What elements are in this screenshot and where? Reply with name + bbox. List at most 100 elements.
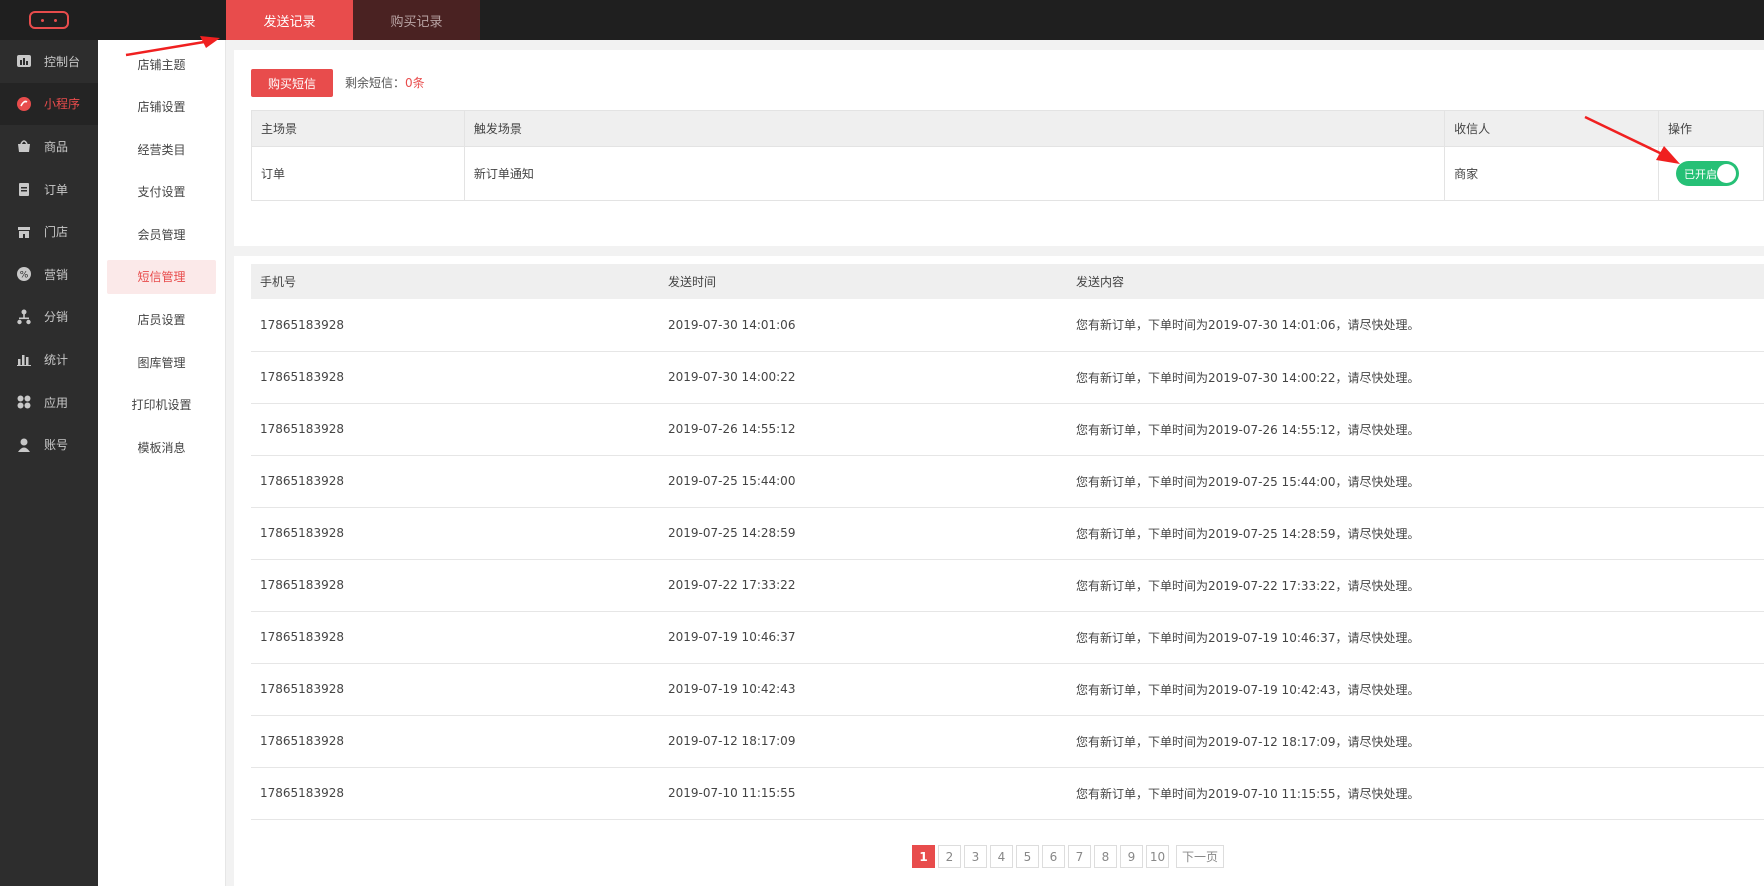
svg-text:%: % [20,271,29,281]
sidebar-item-distribution[interactable]: 分销 [0,296,98,339]
logo-icon [29,11,69,29]
table-row: 17865183928 2019-07-26 14:55:12 您有新订单，下单时间… [251,403,1764,456]
cell-content: 您有新订单，下单时间为2019-07-10 11:15:55，请尽快处理。 [1067,767,1764,820]
cell-content: 您有新订单，下单时间为2019-07-19 10:42:43，请尽快处理。 [1067,663,1764,716]
cell-send-time: 2019-07-19 10:46:37 [659,611,1067,664]
apps-icon [16,394,32,410]
cell-trigger-scene: 新订单通知 [463,146,1446,201]
buy-sms-button[interactable]: 购买短信 [251,69,333,97]
mini-program-icon [16,96,32,112]
cell-phone: 17865183928 [251,767,659,820]
page-button-3[interactable]: 3 [964,845,987,868]
page-button-4[interactable]: 4 [990,845,1013,868]
cell-send-time: 2019-07-10 11:15:55 [659,767,1067,820]
sms-scene-table: 主场景 触发场景 收信人 操作 订单 新订单通知 商家 已开启 [251,110,1764,201]
notification-toggle[interactable]: 已开启 [1676,161,1740,186]
sidebar-item-label: 门店 [44,225,69,240]
tab-send-records[interactable]: 发送记录 [226,0,353,40]
page-button-6[interactable]: 6 [1042,845,1065,868]
page-button-5[interactable]: 5 [1016,845,1039,868]
statistics-icon [16,351,32,367]
top-bar: 发送记录 购买记录 [0,0,1764,40]
sidebar-item-apps[interactable]: 应用 [0,381,98,424]
cell-send-time: 2019-07-30 14:00:22 [659,351,1067,404]
annotation-arrow-toggle [1584,115,1680,164]
cell-content: 您有新订单，下单时间为2019-07-22 17:33:22，请尽快处理。 [1067,559,1764,612]
toggle-knob [1717,164,1737,183]
cell-send-time: 2019-07-12 18:17:09 [659,715,1067,768]
subnav-item-sms-management[interactable]: 短信管理 [107,259,216,294]
next-page-button[interactable]: 下一页 [1176,845,1225,868]
sidebar-item-stores[interactable]: 门店 [0,210,98,253]
sidebar-item-label: 控制台 [44,54,81,69]
page-button-1[interactable]: 1 [912,845,935,868]
sidebar-item-goods[interactable]: 商品 [0,125,98,168]
cell-phone: 17865183928 [251,715,659,768]
table-header-row: 主场景 触发场景 收信人 操作 [251,110,1764,147]
sidebar-item-statistics[interactable]: 统计 [0,338,98,381]
subnav-item-gallery-management[interactable]: 图库管理 [107,345,216,379]
distribution-icon [16,309,32,325]
subnav-item-payment-settings[interactable]: 支付设置 [107,175,216,209]
subnav-item-member-management[interactable]: 会员管理 [107,217,216,251]
sidebar-item-label: 统计 [44,352,69,367]
cell-content: 您有新订单，下单时间为2019-07-19 10:46:37，请尽快处理。 [1067,611,1764,664]
toggle-label: 已开启 [1684,167,1718,181]
cell-content: 您有新订单，下单时间为2019-07-30 14:01:06，请尽快处理。 [1067,299,1764,352]
subnav-item-shop-settings[interactable]: 店铺设置 [107,90,216,124]
sidebar-item-label: 小程序 [44,97,81,112]
sidebar-item-label: 账号 [44,438,69,453]
table-row: 17865183928 2019-07-19 10:46:37 您有新订单，下单时间… [251,611,1764,664]
cell-content: 您有新订单，下单时间为2019-07-25 15:44:00，请尽快处理。 [1067,455,1764,508]
cell-phone: 17865183928 [251,611,659,664]
page-button-8[interactable]: 8 [1094,845,1117,868]
remaining-sms: 剩余短信：0条 [345,74,425,91]
cell-send-time: 2019-07-25 14:28:59 [659,507,1067,560]
cell-phone: 17865183928 [251,351,659,404]
account-icon [16,437,32,453]
sidebar-item-marketing[interactable]: % 营销 [0,253,98,296]
sms-settings-card: 购买短信 剩余短信：0条 主场景 触发场景 收信人 操作 订单 新订单通知 商家… [234,50,1764,246]
table-row: 17865183928 2019-07-30 14:01:06 您有新订单，下单时间… [251,299,1764,352]
table-row: 17865183928 2019-07-25 14:28:59 您有新订单，下单时间… [251,507,1764,560]
subnav-item-template-message[interactable]: 模板消息 [107,430,216,464]
send-records-card: 手机号 发送时间 发送内容 17865183928 2019-07-30 14:0… [234,256,1764,886]
cell-content: 您有新订单，下单时间为2019-07-25 14:28:59，请尽快处理。 [1067,507,1764,560]
page-button-10[interactable]: 10 [1146,845,1169,868]
tab-purchase-records[interactable]: 购买记录 [353,0,480,40]
cell-phone: 17865183928 [251,507,659,560]
column-header-trigger-scene: 触发场景 [463,110,1446,147]
sidebar-item-orders[interactable]: 订单 [0,168,98,211]
table-row: 17865183928 2019-07-22 17:33:22 您有新订单，下单时间… [251,559,1764,612]
marketing-icon: % [16,266,32,282]
order-icon [16,181,32,197]
subnav-item-staff-settings[interactable]: 店员设置 [107,303,216,337]
sidebar-item-dashboard[interactable]: 控制台 [0,40,98,83]
sidebar-item-label: 分销 [44,310,69,325]
sidebar-item-label: 商品 [44,139,69,154]
sidebar-item-mini-program[interactable]: 小程序 [0,82,98,126]
goods-icon [16,138,32,154]
page-button-7[interactable]: 7 [1068,845,1091,868]
cell-send-time: 2019-07-19 10:42:43 [659,663,1067,716]
subnav-item-printer-settings[interactable]: 打印机设置 [107,388,216,422]
remaining-sms-count: 0条 [405,76,425,90]
store-icon [16,224,32,240]
dashboard-icon [16,53,32,69]
table-row: 17865183928 2019-07-10 11:15:55 您有新订单，下单时间… [251,767,1764,820]
logo[interactable] [0,0,98,40]
column-header-main-scene: 主场景 [251,110,465,147]
cell-phone: 17865183928 [251,299,659,352]
main-sidebar: 控制台 小程序 商品 订单 门店 % 营销 分销 统计 应用 账号 [0,40,98,886]
page-button-9[interactable]: 9 [1120,845,1143,868]
cell-content: 您有新订单，下单时间为2019-07-30 14:00:22，请尽快处理。 [1067,351,1764,404]
annotation-arrow-tab [125,36,220,57]
page-button-2[interactable]: 2 [938,845,961,868]
sidebar-item-account[interactable]: 账号 [0,423,98,466]
cell-phone: 17865183928 [251,663,659,716]
cell-send-time: 2019-07-22 17:33:22 [659,559,1067,612]
subnav-item-business-category[interactable]: 经营类目 [107,132,216,166]
sidebar-item-label: 营销 [44,267,69,282]
cell-phone: 17865183928 [251,403,659,456]
table-row: 17865183928 2019-07-12 18:17:09 您有新订单，下单时间… [251,715,1764,768]
